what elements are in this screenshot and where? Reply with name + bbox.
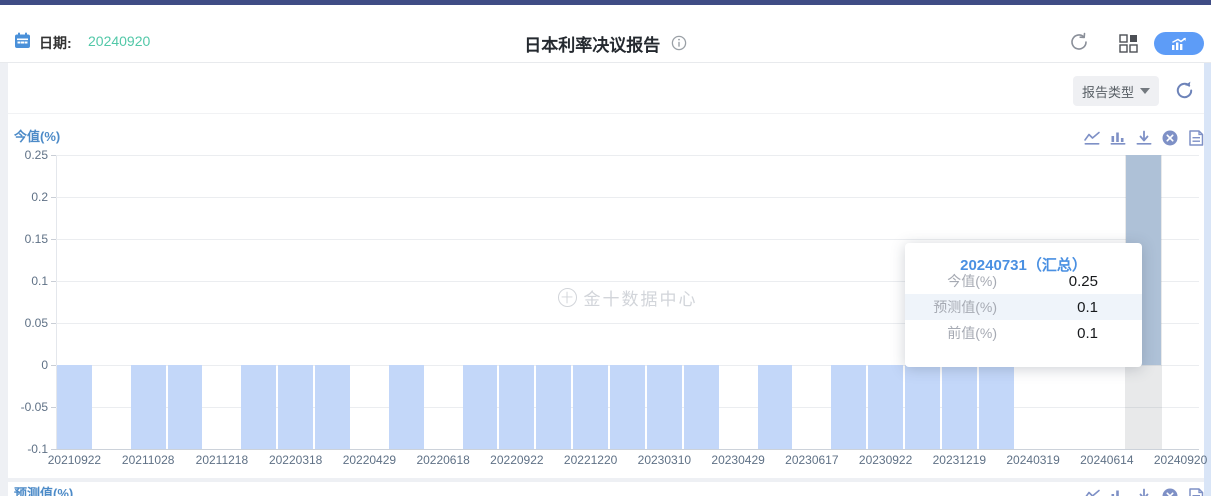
- x-axis-label: 20220318: [259, 453, 333, 467]
- bar[interactable]: [979, 365, 1014, 449]
- close-icon[interactable]: [1161, 487, 1179, 496]
- x-axis-label: 20221220: [554, 453, 628, 467]
- refresh-icon[interactable]: [1174, 80, 1195, 101]
- tooltip-row-label: 前值(%): [925, 323, 997, 343]
- bar[interactable]: [610, 365, 645, 449]
- bar[interactable]: [684, 365, 719, 449]
- bar[interactable]: [758, 365, 793, 449]
- x-axis-label: 20230429: [701, 453, 775, 467]
- bar[interactable]: [499, 365, 534, 449]
- x-axis-label: 20230617: [775, 453, 849, 467]
- next-section-strip: [8, 482, 1204, 496]
- document-icon[interactable]: [1187, 129, 1205, 147]
- x-axis-label: 20230310: [627, 453, 701, 467]
- chart-tooltip: 20240731（汇总） 今值(%) 0.25 预测值(%) 0.1 前值(%)…: [905, 243, 1142, 367]
- y-axis-tick: [51, 197, 56, 198]
- tooltip-row-value: 0.1: [1077, 299, 1098, 316]
- bar[interactable]: [278, 365, 313, 449]
- bar[interactable]: [57, 365, 92, 449]
- line-chart-icon[interactable]: [1083, 487, 1101, 496]
- y-axis-tick: [51, 155, 56, 156]
- tooltip-row-value: 0.25: [1069, 273, 1098, 290]
- x-axis-label: 20231219: [922, 453, 996, 467]
- y-axis-label: 0.1: [2, 274, 48, 288]
- tooltip-row: 预测值(%) 0.1: [905, 294, 1142, 320]
- bar-chart-icon[interactable]: [1109, 129, 1127, 147]
- bar[interactable]: [131, 365, 166, 449]
- x-axis-label: 20220922: [480, 453, 554, 467]
- chart-section-title: 今值(%): [14, 126, 60, 145]
- y-axis-tick: [51, 281, 56, 282]
- bar[interactable]: [241, 365, 276, 449]
- bar[interactable]: [315, 365, 350, 449]
- x-axis-label: 20211028: [111, 453, 185, 467]
- tooltip-row: 前值(%) 0.1: [905, 320, 1142, 346]
- app-screen: 日期: 20240920 日本利率决议报告: [0, 0, 1211, 496]
- trend-chart-icon: [1170, 37, 1188, 51]
- y-axis-label: 0.15: [2, 232, 48, 246]
- bar[interactable]: [905, 365, 940, 449]
- chevron-down-icon: [1140, 88, 1150, 94]
- bar[interactable]: [647, 365, 682, 449]
- document-icon[interactable]: [1187, 487, 1205, 496]
- divider: [8, 113, 1204, 114]
- y-axis-tick: [51, 407, 56, 408]
- bar[interactable]: [536, 365, 571, 449]
- report-type-dropdown[interactable]: 报告类型: [1073, 76, 1159, 106]
- gridline: [56, 155, 1199, 156]
- gridline: [56, 239, 1199, 240]
- gridline: [56, 197, 1199, 198]
- bar[interactable]: [868, 365, 903, 449]
- y-axis-label: 0.05: [2, 316, 48, 330]
- y-axis-label: 0: [2, 358, 48, 372]
- bar[interactable]: [389, 365, 424, 449]
- bar[interactable]: [831, 365, 866, 449]
- header-bar: 日期: 20240920 日本利率决议报告: [0, 5, 1211, 63]
- report-type-label: 报告类型: [1082, 82, 1134, 101]
- bar[interactable]: [168, 365, 203, 449]
- x-axis-label: 20220429: [332, 453, 406, 467]
- y-axis-label: 0.25: [2, 148, 48, 162]
- page-title: 日本利率决议报告: [524, 31, 660, 56]
- x-axis-label: 20220618: [406, 453, 480, 467]
- x-axis-label: 20240920: [1144, 453, 1211, 467]
- y-axis-label: 0.2: [2, 190, 48, 204]
- sync-icon[interactable]: [1068, 31, 1090, 53]
- chart-view-toggle-button[interactable]: [1154, 32, 1204, 55]
- next-section-toolbar: [1083, 487, 1205, 496]
- tooltip-title: 20240731（汇总）: [905, 243, 1142, 268]
- next-section-title: 预测值(%): [14, 483, 73, 496]
- x-axis-label: 20240614: [1070, 453, 1144, 467]
- x-axis: [56, 449, 1199, 450]
- bar[interactable]: [463, 365, 498, 449]
- download-icon[interactable]: [1135, 487, 1153, 496]
- tooltip-row-value: 0.1: [1077, 325, 1098, 342]
- x-axis-label: 20230922: [849, 453, 923, 467]
- y-axis-tick: [51, 323, 56, 324]
- bar-chart-icon[interactable]: [1109, 487, 1127, 496]
- page-edge-strip: [1204, 63, 1211, 496]
- info-icon[interactable]: [671, 35, 687, 51]
- x-axis-label: 20211218: [185, 453, 259, 467]
- close-icon[interactable]: [1161, 129, 1179, 147]
- tooltip-row-label: 今值(%): [925, 271, 997, 291]
- bar[interactable]: [573, 365, 608, 449]
- grid-layout-icon[interactable]: [1119, 34, 1138, 53]
- y-axis-label: -0.05: [2, 400, 48, 414]
- tooltip-row-label: 预测值(%): [925, 297, 997, 317]
- download-icon[interactable]: [1135, 129, 1153, 147]
- y-axis-tick: [51, 239, 56, 240]
- chart-toolbar: [1083, 129, 1205, 147]
- line-chart-icon[interactable]: [1083, 129, 1101, 147]
- x-axis-label: 20210922: [37, 453, 111, 467]
- y-axis-tick: [51, 365, 56, 366]
- bar[interactable]: [942, 365, 977, 449]
- x-axis-label: 20240319: [996, 453, 1070, 467]
